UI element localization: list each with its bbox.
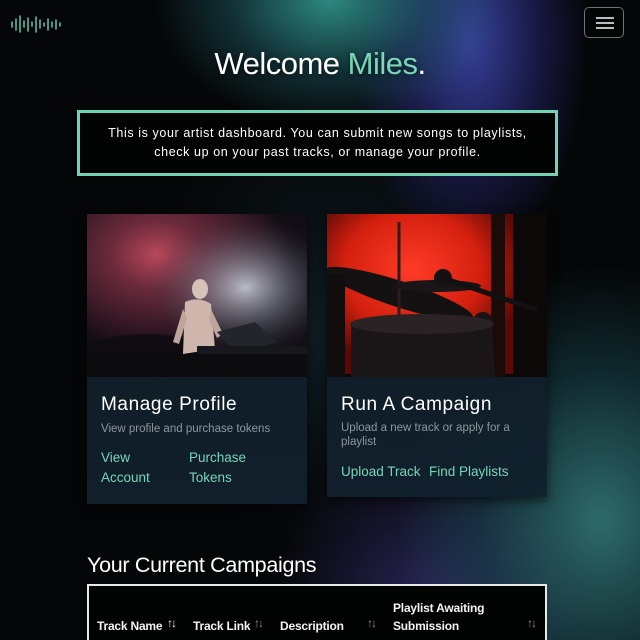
column-header-playlist-awaiting[interactable]: Playlist Awaiting Submission [393, 599, 484, 635]
column-header-track-name[interactable]: Track Name [97, 617, 163, 635]
column-header-description[interactable]: Description [280, 617, 344, 635]
view-account-link[interactable]: View Account [101, 448, 150, 488]
upload-track-link[interactable]: Upload Track [341, 462, 421, 482]
current-campaigns-title: Your Current Campaigns [87, 553, 317, 577]
column-header-playlist-line2: Submission [393, 619, 460, 633]
hamburger-menu-button[interactable] [584, 7, 624, 38]
run-campaign-card: Run A Campaign Upload a new track or app… [327, 214, 547, 497]
dashboard-intro-text: This is your artist dashboard. You can s… [108, 126, 527, 159]
find-playlists-link[interactable]: Find Playlists [429, 462, 509, 482]
manage-profile-subtitle: View profile and purchase tokens [101, 423, 271, 435]
purchase-tokens-link[interactable]: Purchase Tokens [189, 448, 246, 488]
column-header-playlist-line1: Playlist Awaiting [393, 601, 485, 615]
run-campaign-title: Run A Campaign [341, 394, 492, 415]
view-account-link-line1: View [101, 450, 131, 465]
sort-icon[interactable]: ↑↓ [367, 616, 377, 630]
purchase-tokens-link-line1: Purchase [189, 450, 247, 465]
hamburger-icon-line [596, 22, 614, 24]
welcome-greeting: Welcome [214, 46, 348, 81]
welcome-heading: Welcome Miles. [0, 46, 640, 82]
campaign-card-image [327, 214, 547, 377]
sort-icon[interactable]: ↑↓ [527, 616, 537, 630]
welcome-punctuation: . [417, 46, 426, 81]
dashboard-intro-box: This is your artist dashboard. You can s… [77, 110, 558, 176]
user-name: Miles [347, 46, 418, 81]
manage-profile-title: Manage Profile [101, 394, 238, 415]
column-header-track-link[interactable]: Track Link [193, 617, 251, 635]
purchase-tokens-link-line2: Tokens [189, 470, 232, 485]
hamburger-icon-line [596, 27, 614, 29]
hamburger-icon [596, 17, 614, 19]
sort-icon[interactable]: ↑↓ [254, 616, 264, 630]
view-account-link-line2: Account [101, 470, 150, 485]
campaigns-table: Track Name ↑↓ Track Link ↑↓ Description … [87, 584, 547, 640]
sort-ascending-icon[interactable]: ↑↓ [167, 616, 177, 630]
soundwave-logo[interactable] [10, 14, 62, 34]
run-campaign-subtitle: Upload a new track or apply for a playli… [341, 422, 510, 448]
manage-profile-card: Manage Profile View profile and purchase… [87, 214, 307, 504]
profile-card-image [87, 214, 307, 377]
